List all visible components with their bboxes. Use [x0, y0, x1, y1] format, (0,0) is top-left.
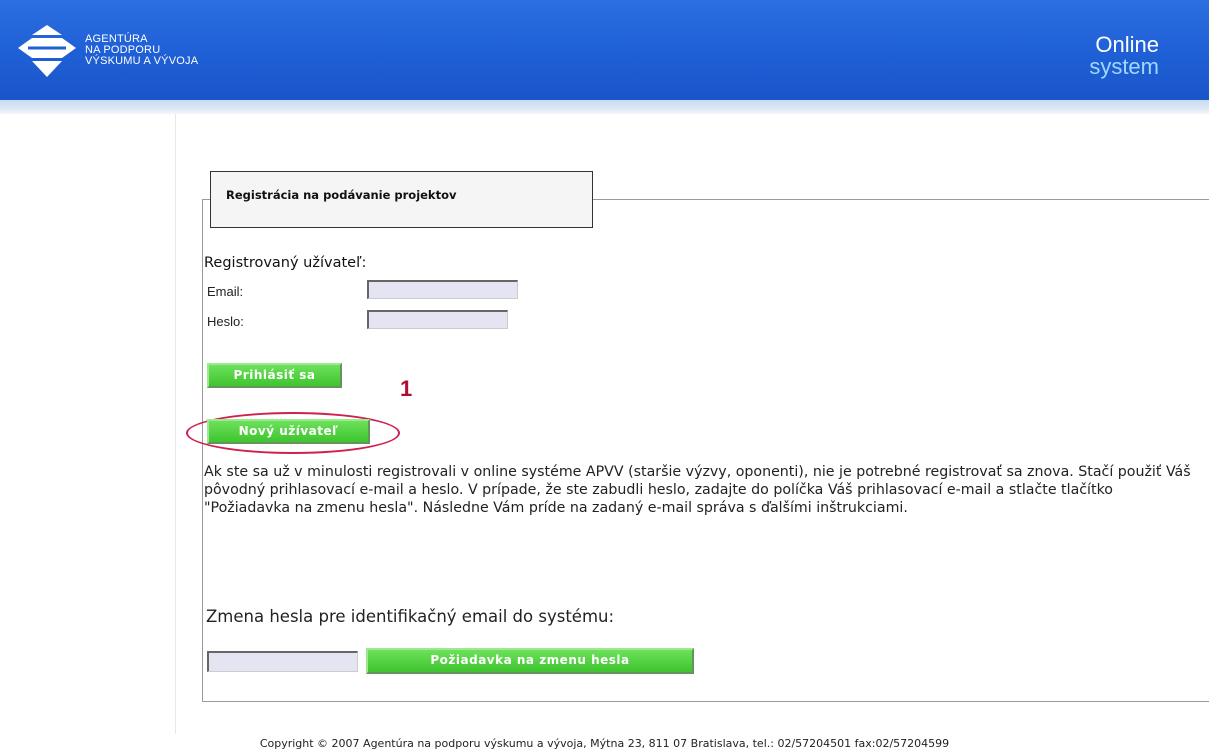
- header-subbar: [0, 100, 1209, 114]
- site-header: AGENTÚRA NA PODPORU VÝSKUMU A VÝVOJA Onl…: [0, 0, 1209, 100]
- email-field[interactable]: [367, 280, 518, 299]
- info-paragraph: Ak ste sa už v minulosti registrovali v …: [204, 464, 1191, 516]
- password-change-heading: Zmena hesla pre identifikačný email do s…: [206, 607, 615, 626]
- password-label: Heslo:: [207, 314, 244, 329]
- registration-panel: [202, 199, 1209, 702]
- new-user-button[interactable]: Nový užívateľ: [207, 419, 370, 444]
- brand-system: system: [1089, 54, 1159, 79]
- registered-user-heading: Registrovaný užívateľ:: [204, 255, 367, 271]
- password-change-email-field[interactable]: [207, 651, 358, 672]
- agency-name: AGENTÚRA NA PODPORU VÝSKUMU A VÝVOJA: [85, 34, 198, 67]
- apvv-logo-icon: [18, 25, 76, 77]
- online-system-brand: Online system: [1064, 34, 1159, 78]
- left-column-divider: [175, 114, 176, 734]
- login-button[interactable]: Prihlásiť sa: [207, 363, 342, 388]
- password-field[interactable]: [367, 310, 508, 329]
- tab-registration: Registrácia na podávanie projektov: [210, 171, 593, 228]
- footer-copyright: Copyright © 2007 Agentúra na podporu výs…: [259, 737, 950, 750]
- annotation-marker: 1: [400, 376, 413, 401]
- agency-name-line-3: VÝSKUMU A VÝVOJA: [85, 55, 199, 67]
- email-label: Email:: [207, 284, 244, 299]
- tab-registration-label: Registrácia na podávanie projektov: [226, 188, 457, 202]
- password-change-request-button[interactable]: Požiadavka na zmenu hesla: [366, 648, 694, 674]
